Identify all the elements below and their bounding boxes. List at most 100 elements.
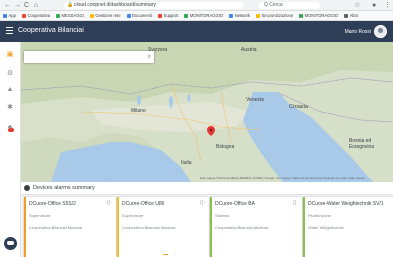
lock-icon: 🔒 — [67, 2, 74, 8]
bookmarks-bar: App Cooperativa MESSAGGI Gestione rete Docum… — [0, 11, 393, 21]
user-name: Mario Rossi — [344, 28, 371, 35]
star-icon[interactable]: ☆ — [354, 1, 360, 10]
device-type: Plurifunzione — [308, 213, 332, 218]
card-status-stripe — [117, 197, 119, 257]
bookmark-label: MONITORAGGIO — [189, 13, 224, 18]
device-type: Sistema — [215, 213, 230, 218]
card-status-stripe — [24, 197, 26, 257]
device-name: DCuore-Office S5S/2 — [29, 201, 76, 207]
bookmark-favicon-icon — [21, 13, 26, 18]
map-label-austria: Austria — [241, 47, 257, 53]
app-header: Cooperativa Bilanciai Mario Rossi — [0, 21, 393, 42]
device-card[interactable]: DCuore-Office U86 ((· Supervisore Cooper… — [117, 197, 209, 257]
bookmark-favicon-icon — [299, 13, 304, 18]
bookmark-item[interactable]: MONITORAGGIO — [299, 13, 338, 18]
bookmark-favicon-icon — [344, 13, 349, 18]
device-organization: Water Weightechnik — [308, 225, 344, 230]
sidebar-item-dashboard-icon[interactable]: ▣ — [6, 51, 14, 59]
back-button[interactable]: ← — [4, 1, 11, 10]
bookmark-label: Documenti — [132, 13, 153, 18]
device-name: DCuore-Water Weightechnik SV/1 — [308, 201, 384, 207]
device-organization: Cooperativa Bilanciai Modena — [29, 225, 83, 230]
reload-button[interactable]: C — [24, 1, 29, 10]
map-label-bologna: Bologna — [216, 144, 235, 150]
bookmark-label: Cooperativa — [27, 13, 51, 18]
bookmark-label: MESSAGGI — [61, 13, 84, 18]
bookmark-item[interactable]: Network — [229, 13, 250, 18]
device-alarm: - — [122, 239, 124, 244]
map-label-venice: Venezia — [246, 97, 264, 103]
chat-button[interactable] — [4, 237, 17, 250]
bookmark-item[interactable]: App — [3, 13, 16, 18]
map-label-milan: Milano — [131, 108, 146, 114]
bookmark-favicon-icon — [89, 13, 94, 18]
bookmark-favicon-icon — [56, 13, 61, 18]
sidebar-item-alarms-icon[interactable]: ▲ — [6, 86, 14, 94]
user-menu[interactable]: Mario Rossi — [345, 25, 387, 38]
profile-icon[interactable]: ● — [372, 1, 376, 10]
bookmark-item[interactable]: Sincronizzazione — [256, 13, 293, 18]
sidebar-item-gear-icon[interactable]: ✱ — [6, 104, 14, 112]
forward-button[interactable]: → — [14, 1, 21, 10]
alarms-summary-header: Devices alarms summary — [21, 182, 393, 195]
bookmark-favicon-icon — [3, 13, 7, 18]
bookmark-favicon-icon — [158, 13, 163, 18]
search-icon[interactable]: ⌕ — [148, 53, 151, 61]
menu-icon[interactable]: ⋮ — [384, 1, 391, 10]
bookmark-label: Network — [234, 13, 251, 18]
wifi-icon: ((· — [200, 200, 205, 206]
device-card[interactable]: DCuore-Office BA ((· Sistema Cooperativa… — [210, 197, 302, 257]
avatar[interactable] — [374, 25, 387, 38]
bookmark-favicon-icon — [126, 13, 131, 18]
device-name: DCuore-Office U86 — [122, 201, 165, 207]
device-alarm: - — [308, 239, 310, 244]
bookmark-item[interactable]: Documenti — [126, 13, 153, 18]
bookmark-item[interactable]: MESSAGGI — [56, 13, 84, 18]
bookmark-favicon-icon — [184, 13, 189, 18]
sidebar-item-users-icon[interactable]: ♣ — [6, 124, 14, 132]
device-card[interactable]: DCuore-Water Weightechnik SV/1 Plurifunz… — [303, 197, 393, 257]
map-label-italia: Italia — [181, 160, 192, 166]
bookmark-label: App — [8, 13, 16, 18]
bookmark-item[interactable]: Altro — [344, 13, 358, 18]
bookmark-item[interactable]: Support — [158, 13, 178, 18]
url-text: cloud.coopnet.it/dashboard/summary — [74, 2, 156, 8]
alarm-indicator — [163, 254, 168, 255]
browser-search[interactable]: Q Cerca — [258, 2, 320, 9]
browser-toolbar: ← → C ⌂ 🔒 cloud.coopnet.it/dashboard/sum… — [0, 0, 393, 11]
device-organization: Cooperativa Bilanciai Modena — [122, 225, 176, 230]
map[interactable]: Svizzera Austria Milano Venezia Croazia … — [21, 42, 393, 182]
device-card[interactable]: DCuore-Office S5S/2 ((· Supervisore Coop… — [24, 197, 116, 257]
bookmark-favicon-icon — [229, 13, 234, 18]
map-marker-icon[interactable] — [207, 126, 215, 136]
bookmark-label: Altro — [349, 13, 359, 18]
device-cards: DCuore-Office S5S/2 ((· Supervisore Coop… — [21, 195, 393, 257]
map-label-bosnia: Bosnia ed Erzegovina — [349, 138, 375, 150]
card-status-stripe — [210, 197, 212, 257]
map-search-input[interactable]: ⌕ — [24, 51, 154, 63]
alarm-summary-icon — [24, 185, 30, 191]
bookmark-label: MONITORAGGIO — [304, 13, 339, 18]
device-type: Supervisore — [122, 213, 144, 218]
sidebar-item-settings-icon[interactable]: ⚙ — [6, 70, 14, 78]
card-status-stripe — [303, 197, 305, 257]
wifi-icon: ((· — [107, 200, 112, 206]
bookmark-favicon-icon — [256, 13, 261, 18]
sidebar: ▣ ⚙ ▲ ✱ ♣ — [0, 42, 21, 257]
hamburger-icon[interactable] — [6, 27, 13, 34]
device-organization: Cooperativa Bilanciai Modena — [215, 225, 269, 230]
alarms-summary-title: Devices alarms summary — [33, 185, 95, 191]
map-canvas — [21, 42, 393, 182]
device-alarm: - — [29, 239, 31, 244]
bookmark-label: Support — [163, 13, 179, 18]
map-label-croatia: Croazia — [289, 104, 308, 110]
bookmark-item[interactable]: MONITORAGGIO — [184, 13, 223, 18]
device-alarm: - — [215, 239, 217, 244]
wifi-icon: ((· — [293, 200, 298, 206]
address-bar[interactable]: 🔒 cloud.coopnet.it/dashboard/summary — [64, 2, 244, 9]
device-type: Supervisore — [29, 213, 51, 218]
map-attribution: Dati mappa ©2021 GeoBasis-DE/BKG (©2009)… — [200, 176, 365, 180]
bookmark-item[interactable]: Cooperativa — [21, 13, 51, 18]
bookmark-item[interactable]: Gestione rete — [89, 13, 121, 18]
home-icon[interactable]: ⌂ — [34, 1, 38, 10]
